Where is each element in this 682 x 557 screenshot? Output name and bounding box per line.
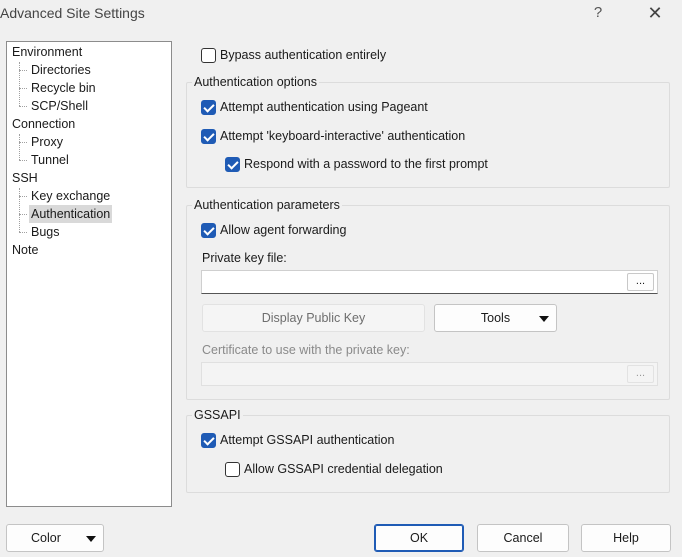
gssapi-group: [186, 415, 670, 493]
bypass-auth-row[interactable]: Bypass authentication entirely: [201, 46, 386, 64]
private-key-browse-button[interactable]: ...: [627, 273, 654, 291]
bypass-auth-checkbox[interactable]: [201, 47, 216, 63]
chevron-down-icon: [86, 536, 96, 542]
tree-connector: [19, 142, 27, 143]
agent-forwarding-label: Allow agent forwarding: [220, 223, 347, 237]
gssapi-attempt-checkbox[interactable]: [201, 432, 216, 448]
keyboard-interactive-label: Attempt 'keyboard-interactive' authentic…: [220, 129, 466, 143]
tools-label: Tools: [480, 311, 511, 325]
gssapi-delegation-label: Allow GSSAPI credential delegation: [244, 462, 443, 476]
color-label: Color: [31, 531, 61, 545]
tree-connector: [19, 88, 27, 89]
tree-item-environment[interactable]: Environment: [10, 43, 84, 61]
tree-connector: [19, 196, 27, 197]
private-key-input[interactable]: ...: [201, 270, 658, 294]
tree-connector: [19, 62, 20, 106]
chevron-down-icon: [539, 316, 549, 322]
tree-connector: [19, 160, 27, 161]
tree-connector: [19, 188, 20, 232]
auth-params-title: Authentication parameters: [192, 197, 342, 213]
tree-item-connection[interactable]: Connection: [10, 115, 77, 133]
ok-button[interactable]: OK: [374, 524, 464, 552]
private-key-label: Private key file:: [202, 251, 287, 265]
tree-item-authentication[interactable]: Authentication: [29, 205, 113, 223]
pageant-checkbox[interactable]: [201, 99, 216, 115]
bypass-auth-label: Bypass authentication entirely: [220, 48, 387, 62]
cancel-button[interactable]: Cancel: [477, 524, 569, 552]
tree-item-directories[interactable]: Directories: [29, 61, 93, 79]
pageant-label: Attempt authentication using Pageant: [220, 100, 428, 114]
window-title: Advanced Site Settings: [0, 5, 145, 21]
tree-connector: [19, 70, 27, 71]
pageant-row[interactable]: Attempt authentication using Pageant: [201, 98, 428, 116]
tree-connector: [19, 106, 27, 107]
color-dropdown-button[interactable]: Color: [6, 524, 104, 552]
tree-item-scp-shell[interactable]: SCP/Shell: [29, 97, 90, 115]
display-public-key-button[interactable]: Display Public Key: [202, 304, 425, 332]
auth-options-title: Authentication options: [192, 74, 320, 90]
tree-item-ssh[interactable]: SSH: [10, 169, 40, 187]
tree-item-proxy[interactable]: Proxy: [29, 133, 65, 151]
respond-password-label: Respond with a password to the first pro…: [244, 157, 488, 171]
close-icon[interactable]: ✕: [643, 2, 667, 24]
tree-connector: [19, 232, 27, 233]
keyboard-interactive-row[interactable]: Attempt 'keyboard-interactive' authentic…: [201, 127, 465, 145]
certificate-input[interactable]: ...: [201, 362, 658, 386]
certificate-label: Certificate to use with the private key:: [202, 343, 410, 357]
tools-dropdown-button[interactable]: Tools: [434, 304, 557, 332]
tree-item-key-exchange[interactable]: Key exchange: [29, 187, 112, 205]
respond-password-row[interactable]: Respond with a password to the first pro…: [225, 155, 488, 173]
keyboard-interactive-checkbox[interactable]: [201, 128, 216, 144]
tree-item-tunnel[interactable]: Tunnel: [29, 151, 71, 169]
help-button[interactable]: Help: [581, 524, 671, 552]
gssapi-attempt-label: Attempt GSSAPI authentication: [220, 433, 395, 447]
gssapi-delegation-checkbox[interactable]: [225, 461, 240, 477]
title-bar: Advanced Site Settings ? ✕: [0, 0, 682, 28]
help-icon[interactable]: ?: [589, 2, 607, 24]
tree-item-bugs[interactable]: Bugs: [29, 223, 62, 241]
gssapi-delegation-row[interactable]: Allow GSSAPI credential delegation: [225, 460, 443, 478]
tree-connector: [19, 134, 20, 160]
certificate-browse-button[interactable]: ...: [627, 365, 654, 383]
settings-tree[interactable]: Environment Directories Recycle bin SCP/…: [6, 41, 172, 507]
agent-forwarding-checkbox[interactable]: [201, 222, 216, 238]
respond-password-checkbox[interactable]: [225, 156, 240, 172]
agent-forwarding-row[interactable]: Allow agent forwarding: [201, 221, 346, 239]
tree-connector: [19, 214, 27, 215]
tree-item-note[interactable]: Note: [10, 241, 40, 259]
tree-item-recycle-bin[interactable]: Recycle bin: [29, 79, 98, 97]
gssapi-title: GSSAPI: [192, 407, 243, 423]
gssapi-attempt-row[interactable]: Attempt GSSAPI authentication: [201, 431, 394, 449]
